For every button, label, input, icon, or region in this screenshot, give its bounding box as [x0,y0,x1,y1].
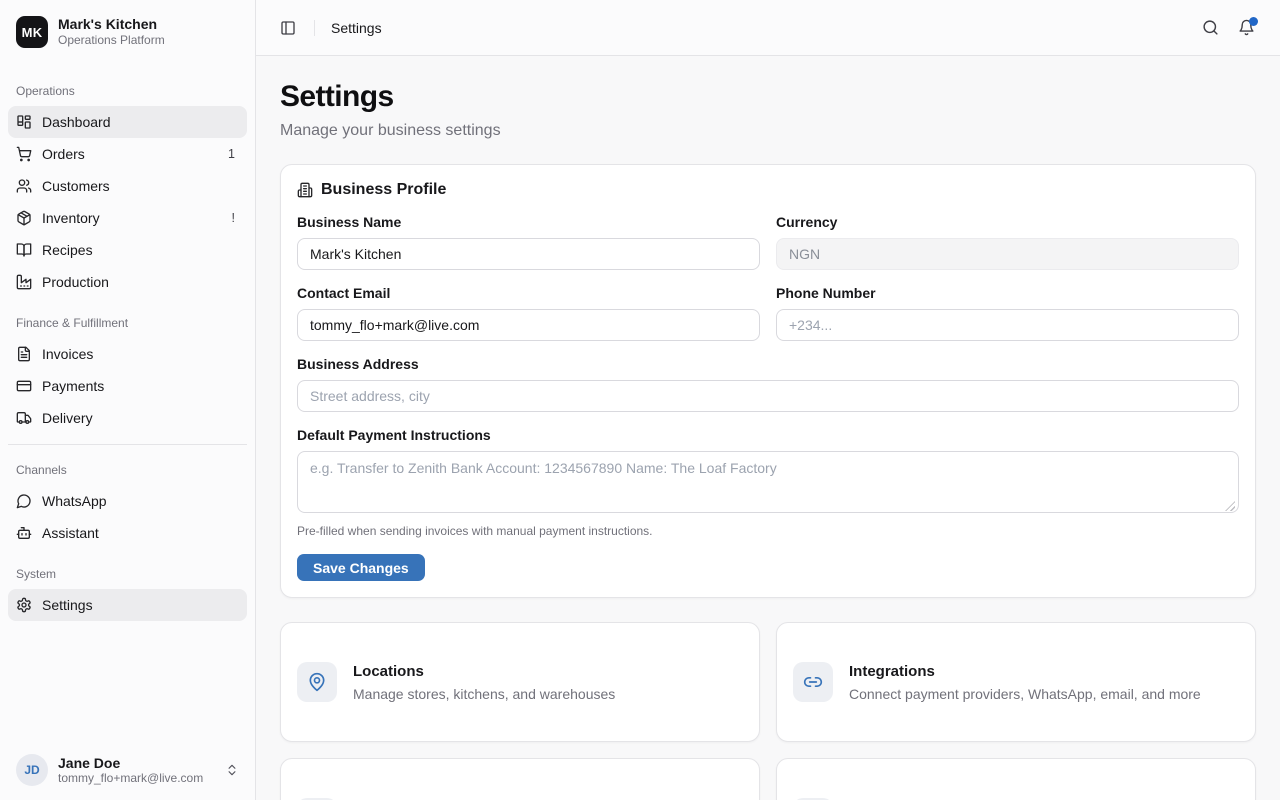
orders-count-badge: 1 [228,147,239,161]
sidebar-item-invoices[interactable]: Invoices [8,338,247,370]
section-label-system: System [0,549,255,589]
main-column: Settings Settings Manage your business s… [256,0,1280,800]
sidebar-item-label: WhatsApp [42,493,239,509]
factory-icon [16,274,32,290]
map-pin-icon [297,662,337,702]
sidebar-item-label: Recipes [42,242,239,258]
sidebar-item-inventory[interactable]: Inventory ! [8,202,247,234]
card-description: Manage stores, kitchens, and warehouses [353,685,615,703]
sidebar: MK Mark's Kitchen Operations Platform Op… [0,0,256,800]
truck-icon [16,410,32,426]
sidebar-item-label: Customers [42,178,239,194]
search-icon [1202,19,1219,36]
page-title: Settings [280,80,1256,114]
sidebar-item-dashboard[interactable]: Dashboard [8,106,247,138]
shopping-cart-icon [16,146,32,162]
brand-tagline: Operations Platform [58,33,165,48]
integrations-card[interactable]: Integrations Connect payment providers, … [776,622,1256,742]
breadcrumb: Settings [331,20,382,36]
sidebar-item-customers[interactable]: Customers [8,170,247,202]
payment-instructions-label: Default Payment Instructions [297,426,1239,444]
bot-icon [16,525,32,541]
users-icon [16,178,32,194]
sidebar-item-label: Assistant [42,525,239,541]
brand[interactable]: MK Mark's Kitchen Operations Platform [0,0,255,60]
brand-name: Mark's Kitchen [58,16,165,33]
payment-instructions-help: Pre-filled when sending invoices with ma… [297,524,1239,538]
sidebar-item-settings[interactable]: Settings [8,589,247,621]
file-text-icon [16,346,32,362]
card-title: Business Profile [321,181,446,199]
sidebar-item-label: Production [42,274,239,290]
sidebar-item-label: Dashboard [42,114,239,130]
message-circle-icon [16,493,32,509]
sidebar-item-recipes[interactable]: Recipes [8,234,247,266]
search-button[interactable] [1196,14,1224,42]
sidebar-item-label: Settings [42,597,239,613]
card-title: Integrations [849,662,1201,681]
gear-icon [16,597,32,613]
card-description: Connect payment providers, WhatsApp, ema… [849,685,1201,703]
notifications-button[interactable] [1232,14,1260,42]
save-changes-button[interactable]: Save Changes [297,554,425,581]
payment-instructions-field[interactable] [297,451,1239,513]
business-address-label: Business Address [297,355,1239,373]
inventory-alert-badge: ! [232,211,239,225]
sidebar-item-label: Orders [42,146,218,162]
sidebar-item-payments[interactable]: Payments [8,370,247,402]
sidebar-item-label: Delivery [42,410,239,426]
sidebar-item-whatsapp[interactable]: WhatsApp [8,485,247,517]
contact-email-label: Contact Email [297,284,760,302]
sidebar-toggle-button[interactable] [274,14,302,42]
header-separator [314,20,315,36]
business-name-field[interactable] [297,238,760,270]
settings-page: Settings Manage your business settings B… [256,56,1280,800]
card-title: Locations [353,662,615,681]
user-name: Jane Doe [58,755,215,771]
credit-card-icon [16,378,32,394]
sidebar-item-label: Payments [42,378,239,394]
avatar: JD [16,754,48,786]
contact-email-field[interactable] [297,309,760,341]
user-email: tommy_flo+mark@live.com [58,771,215,786]
currency-field [776,238,1239,270]
locations-card[interactable]: Locations Manage stores, kitchens, and w… [280,622,760,742]
business-address-field[interactable] [297,380,1239,412]
user-menu[interactable]: JD Jane Doe tommy_flo+mark@live.com [8,748,247,792]
package-icon [16,210,32,226]
notification-dot [1249,17,1258,26]
settings-card-partial[interactable] [280,758,760,800]
sidebar-item-assistant[interactable]: Assistant [8,517,247,549]
topbar: Settings [256,0,1280,56]
building-icon [297,182,313,198]
sidebar-item-delivery[interactable]: Delivery [8,402,247,434]
chevrons-up-down-icon [225,763,239,777]
book-open-icon [16,242,32,258]
panel-left-icon [280,20,296,36]
dashboard-icon [16,114,32,130]
page-subtitle: Manage your business settings [280,122,1256,140]
section-label-finance: Finance & Fulfillment [0,298,255,338]
settings-card-partial[interactable] [776,758,1256,800]
phone-number-label: Phone Number [776,284,1239,302]
section-label-operations: Operations [0,60,255,106]
sidebar-nav: Operations Dashboard Orders 1 Customers [0,60,255,740]
currency-label: Currency [776,213,1239,231]
sidebar-item-orders[interactable]: Orders 1 [8,138,247,170]
sidebar-item-production[interactable]: Production [8,266,247,298]
phone-number-field[interactable] [776,309,1239,341]
sidebar-item-label: Invoices [42,346,239,362]
business-profile-card: Business Profile Business Name Currency … [280,164,1256,598]
link-icon [793,662,833,702]
sidebar-item-label: Inventory [42,210,222,226]
section-label-channels: Channels [0,445,255,485]
business-name-label: Business Name [297,213,760,231]
brand-logo: MK [16,16,48,48]
